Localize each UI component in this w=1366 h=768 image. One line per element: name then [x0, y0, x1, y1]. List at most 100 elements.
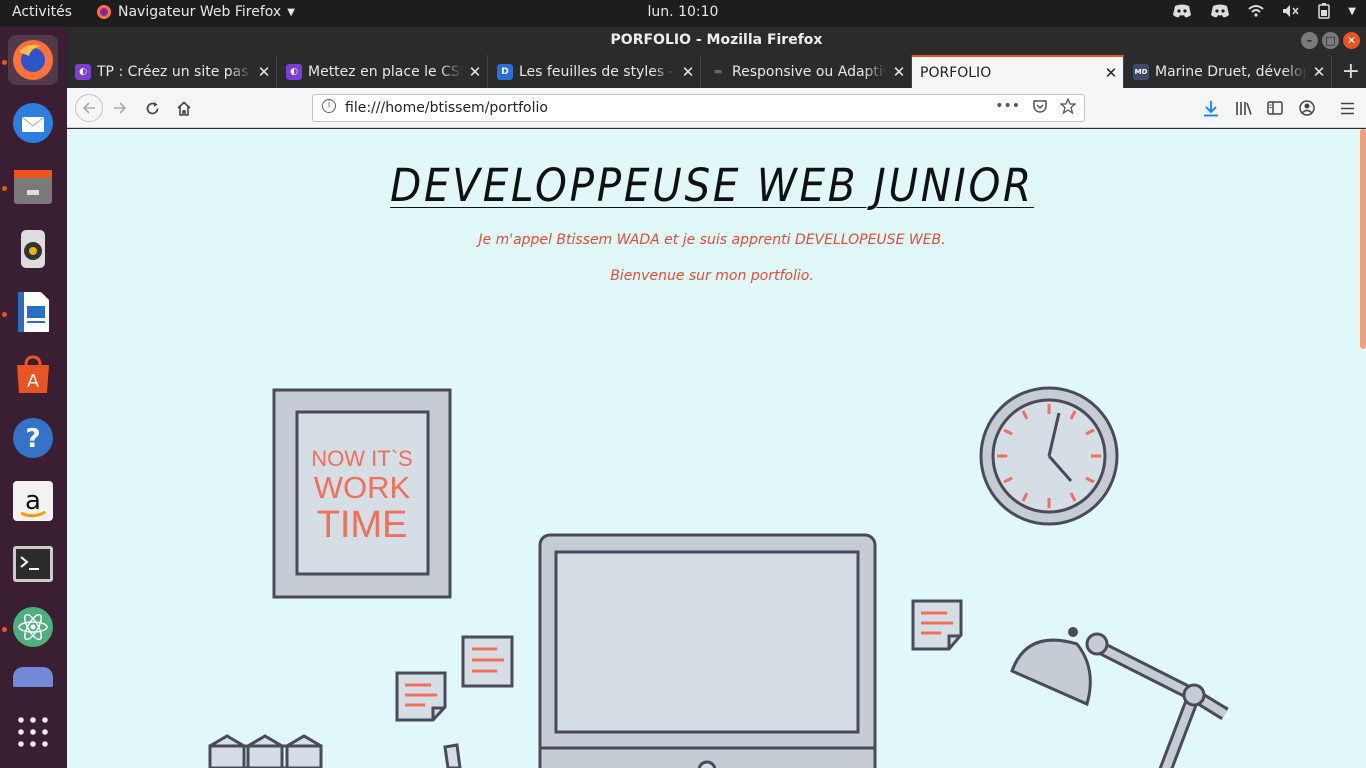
reload-icon — [146, 101, 158, 114]
gnome-top-bar: Activités Navigateur Web Firefox ▼ lun. … — [0, 0, 1366, 27]
system-menu-chevron-icon[interactable]: ▼ — [1348, 6, 1356, 17]
desk-lamp — [1010, 627, 1229, 768]
url-bar[interactable]: i file:///home/btissem/portfolio ••• — [312, 94, 1085, 122]
maximize-button[interactable]: □ — [1322, 32, 1339, 49]
close-tab-icon[interactable]: ✕ — [887, 63, 911, 81]
amazon-icon: a — [13, 481, 53, 521]
library-button[interactable] — [1231, 96, 1255, 120]
firefox-icon — [97, 5, 111, 19]
pocket-icon[interactable] — [1032, 98, 1048, 114]
running-indicator — [2, 312, 7, 317]
tab-mettez-en-place[interactable]: ◐ Mettez en place le CSS ✕ — [278, 55, 488, 88]
tab-tp-creez[interactable]: ◐ TP : Créez un site pas à pas ✕ — [67, 55, 277, 88]
page-actions-button[interactable]: ••• — [995, 98, 1020, 114]
dock-files[interactable] — [8, 161, 58, 211]
page-scrollbar[interactable] — [1360, 129, 1366, 349]
discord-icon — [13, 667, 53, 687]
poster-frame: NOW IT`S WORK TIME — [272, 388, 452, 599]
writer-icon — [18, 292, 49, 332]
library-icon — [1235, 101, 1252, 115]
window-titlebar[interactable]: PORFOLIO - Mozilla Firefox – □ ✕ — [67, 27, 1366, 55]
tab-responsive-adaptive[interactable]: ▬ Responsive ou Adaptive ✕ — [702, 55, 912, 88]
system-tray[interactable]: ▼ — [1172, 3, 1356, 19]
site-info-icon[interactable]: i — [322, 99, 336, 113]
tab-feuilles-de-styles[interactable]: D Les feuilles de styles - CSS ✕ — [489, 55, 701, 88]
atom-icon — [13, 607, 53, 647]
account-icon — [1299, 100, 1315, 116]
menu-button[interactable] — [1335, 96, 1359, 120]
firefox-icon — [13, 40, 53, 80]
clock[interactable]: lun. 10:10 — [648, 4, 719, 20]
activities-button[interactable]: Activités — [12, 4, 72, 20]
sticky-note — [461, 635, 514, 688]
forward-button[interactable] — [108, 96, 132, 120]
close-window-button[interactable]: ✕ — [1343, 32, 1360, 49]
poster-text-now: NOW IT`S — [311, 446, 412, 471]
back-button[interactable] — [75, 94, 103, 122]
reload-button[interactable] — [140, 96, 164, 120]
books — [208, 734, 323, 768]
sidebar-icon — [1267, 101, 1283, 115]
dock-thunderbird[interactable] — [8, 98, 58, 148]
tab-marine-druet[interactable]: MD Marine Druet, développeuse ✕ — [1125, 55, 1332, 88]
show-applications-button[interactable] — [8, 707, 58, 757]
dock-ubuntu-software[interactable]: A — [8, 350, 58, 400]
app-menu[interactable]: Navigateur Web Firefox ▼ — [96, 4, 295, 20]
close-tab-icon[interactable]: ✕ — [1099, 64, 1123, 82]
dock-rhythmbox[interactable] — [8, 224, 58, 274]
close-tab-icon[interactable]: ✕ — [1307, 63, 1331, 81]
computer-monitor — [538, 533, 877, 768]
tab-porfolio[interactable]: PORFOLIO ✕ — [912, 55, 1124, 88]
md-icon: MD — [1133, 63, 1149, 80]
terminal-icon — [13, 546, 53, 582]
software-icon: A — [17, 355, 49, 393]
page-viewport: DEVELOPPEUSE WEB JUNIOR Je m'appel Btiss… — [67, 129, 1366, 768]
downloads-button[interactable] — [1199, 96, 1223, 120]
navigation-toolbar: i file:///home/btissem/portfolio ••• — [67, 88, 1366, 128]
dock-atom[interactable] — [8, 602, 58, 652]
discord-icon[interactable] — [1172, 3, 1192, 19]
running-indicator — [2, 60, 7, 65]
page-icon: ▬ — [713, 66, 723, 77]
dock-amazon[interactable]: a — [8, 476, 58, 526]
home-button[interactable] — [172, 96, 196, 120]
url-text[interactable]: file:///home/btissem/portfolio — [345, 100, 548, 116]
back-arrow-icon — [82, 102, 95, 114]
dock-terminal[interactable] — [8, 539, 58, 589]
poster-text-work: WORK — [314, 470, 411, 505]
sidebar-button[interactable] — [1263, 96, 1287, 120]
close-tab-icon[interactable]: ✕ — [252, 63, 276, 81]
volume-icon[interactable] — [1282, 4, 1300, 18]
files-icon — [14, 170, 52, 204]
running-indicator — [2, 627, 7, 632]
d-icon: D — [497, 63, 513, 80]
tab-strip: ◐ TP : Créez un site pas à pas ✕ ◐ Mette… — [67, 55, 1366, 88]
help-icon: ? — [13, 418, 53, 458]
tab-label: PORFOLIO — [920, 64, 992, 81]
battery-icon[interactable] — [1318, 3, 1331, 19]
discord-icon[interactable] — [1210, 3, 1230, 19]
rhythmbox-icon — [21, 230, 45, 268]
running-indicator — [2, 186, 7, 191]
dock-firefox[interactable] — [8, 35, 58, 85]
thunderbird-icon — [13, 103, 53, 143]
dock-help[interactable]: ? — [8, 413, 58, 463]
dock-discord[interactable] — [8, 665, 58, 687]
tab-label: TP : Créez un site pas à pas — [97, 63, 252, 80]
openclassrooms-icon: ◐ — [286, 63, 302, 80]
pencil — [443, 743, 462, 768]
new-tab-button[interactable]: + — [1342, 59, 1360, 84]
download-icon — [1204, 100, 1218, 116]
dock-libreoffice-writer[interactable] — [8, 287, 58, 337]
app-menu-label: Navigateur Web Firefox — [118, 4, 282, 20]
ubuntu-dock: A ? a — [0, 27, 67, 768]
chevron-down-icon: ▼ — [287, 6, 295, 18]
account-button[interactable] — [1295, 96, 1319, 120]
close-tab-icon[interactable]: ✕ — [463, 63, 487, 81]
home-icon — [177, 100, 191, 116]
svg-text:?: ? — [25, 424, 40, 454]
bookmark-star-icon[interactable] — [1060, 98, 1076, 114]
minimize-button[interactable]: – — [1301, 32, 1318, 49]
wifi-icon[interactable] — [1248, 4, 1264, 18]
close-tab-icon[interactable]: ✕ — [676, 63, 700, 81]
